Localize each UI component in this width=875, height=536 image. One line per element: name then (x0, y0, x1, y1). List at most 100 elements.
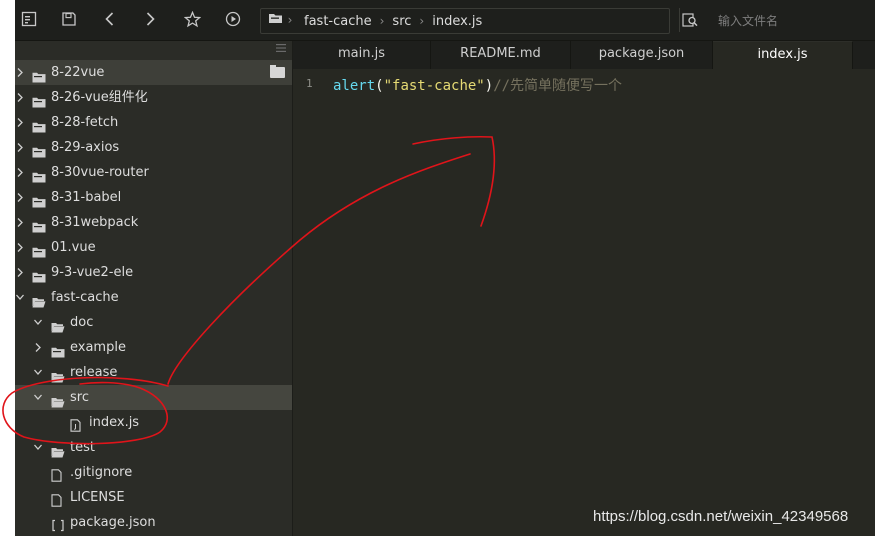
folder-open-icon (32, 292, 46, 308)
folder-icon (32, 267, 46, 283)
tree-item-label: index.js (89, 415, 140, 430)
folder-icon (32, 92, 46, 108)
tree-item-index-js[interactable]: index.js (15, 410, 292, 435)
chevron-right-icon[interactable] (15, 85, 26, 110)
tree-item-label: doc (70, 315, 94, 330)
file-search-input[interactable] (718, 13, 868, 29)
tree-item-label: release (70, 365, 118, 380)
folder-open-icon (51, 367, 65, 383)
folder-icon (32, 192, 46, 208)
tree-item-8-29-axios[interactable]: 8-29-axios (15, 135, 292, 160)
chevron-down-icon[interactable] (32, 360, 44, 385)
folder-icon (266, 11, 284, 29)
folder-icon (51, 342, 65, 358)
open-folder-icon[interactable] (270, 65, 285, 78)
tree-item-label: 8-28-fetch (51, 115, 119, 130)
breadcrumb-separator: › (419, 14, 425, 28)
tree-item-8-28-fetch[interactable]: 8-28-fetch (15, 110, 292, 135)
tree-item-package-json[interactable]: package.json (15, 510, 292, 535)
tab-package-json[interactable]: package.json (571, 41, 713, 69)
tree-item-label: example (70, 340, 126, 355)
editor-window: › fast-cache › src › index.js 8-22vue8-2… (15, 0, 875, 536)
chevron-right-icon[interactable] (15, 135, 26, 160)
tab-index-js[interactable]: index.js (713, 41, 853, 69)
tree-item-8-31webpack[interactable]: 8-31webpack (15, 210, 292, 235)
tree-item-label: 9-3-vue2-ele (51, 265, 134, 280)
sidebar-resize-handle[interactable] (276, 43, 286, 57)
chevron-right-icon[interactable] (15, 235, 26, 260)
tree-item-release[interactable]: release (15, 360, 292, 385)
chevron-down-icon[interactable] (32, 310, 44, 335)
chevron-right-icon[interactable] (15, 260, 26, 285)
folder-icon (32, 217, 46, 233)
breadcrumb-item[interactable]: fast-cache (304, 14, 372, 29)
tree-item-label: package.json (70, 515, 156, 530)
sidebar-toggle-icon[interactable] (20, 11, 38, 29)
breadcrumb-item[interactable]: src (392, 14, 411, 29)
tree-item-label: 8-29-axios (51, 140, 120, 155)
tree-item-label: 8-30vue-router (51, 165, 149, 180)
tree-item-test[interactable]: test (15, 435, 292, 460)
star-icon[interactable] (183, 10, 201, 29)
code-paren: ( (375, 78, 384, 94)
folder-open-icon (51, 317, 65, 333)
chevron-right-icon[interactable] (15, 185, 26, 210)
chevron-down-icon[interactable] (32, 385, 44, 410)
folder-open-icon (51, 442, 65, 458)
tab-readme-md[interactable]: README.md (431, 41, 571, 69)
tree-item-8-31-babel[interactable]: 8-31-babel (15, 185, 292, 210)
folder-icon (32, 117, 46, 133)
chevron-right-icon[interactable] (15, 110, 26, 135)
folder-icon (32, 242, 46, 258)
tree-item-fast-cache[interactable]: fast-cache (15, 285, 292, 310)
tree-item-label: 8-31-babel (51, 190, 122, 205)
toolbar: › fast-cache › src › index.js (15, 0, 875, 41)
tree-item-label: LICENSE (70, 490, 125, 505)
tree-item-gitignore[interactable]: .gitignore (15, 460, 292, 485)
tree-item-8-30vue-router[interactable]: 8-30vue-router (15, 160, 292, 185)
tree-item-src[interactable]: src (15, 385, 292, 410)
back-icon[interactable] (101, 11, 119, 29)
tree-item-label: 01.vue (51, 240, 96, 255)
chevron-down-icon[interactable] (15, 285, 26, 310)
breadcrumb-item[interactable]: index.js (432, 14, 482, 29)
watermark: https://blog.csdn.net/weixin_42349568 (593, 508, 849, 525)
chevron-right-icon: › (287, 13, 293, 27)
tree-item-license[interactable]: LICENSE (15, 485, 292, 510)
tree-item-01-vue[interactable]: 01.vue (15, 235, 292, 260)
code-line[interactable]: alert("fast-cache")//先简单随便写一个 (333, 75, 622, 95)
file-tree-sidebar: 8-22vue 8-26-vue组件化 8-28-fetch 8-29-axios 8-… (15, 41, 293, 536)
play-icon[interactable] (224, 11, 242, 29)
json-file-icon (51, 516, 65, 536)
tree-item-9-3-vue2-ele[interactable]: 9-3-vue2-ele (15, 260, 292, 285)
tree-item-doc[interactable]: doc (15, 310, 292, 335)
chevron-right-icon[interactable] (15, 160, 26, 185)
save-icon[interactable] (60, 11, 78, 29)
chevron-right-icon[interactable] (15, 60, 26, 85)
code-editor[interactable]: 1 alert("fast-cache")//先简单随便写一个 (293, 69, 875, 536)
chevron-down-icon[interactable] (32, 435, 44, 460)
code-paren: ) (484, 78, 494, 94)
tab-bar: main.js README.md package.json index.js (293, 41, 875, 69)
code-string: "fast-cache" (383, 78, 485, 94)
search-file-icon[interactable] (681, 12, 699, 30)
tree-item-label: .gitignore (70, 465, 133, 480)
tree-item-8-22vue[interactable]: 8-22vue (15, 60, 292, 85)
folder-open-icon (51, 392, 65, 408)
tree-item-label: 8-22vue (51, 65, 105, 80)
folder-icon (32, 167, 46, 183)
folder-icon (32, 142, 46, 158)
forward-icon[interactable] (141, 11, 159, 29)
tab-main-js[interactable]: main.js (293, 41, 431, 69)
tree-item-label: 8-26-vue组件化 (51, 90, 148, 105)
tree-item-example[interactable]: example (15, 335, 292, 360)
tree-item-label: 8-31webpack (51, 215, 139, 230)
tree-item-8-26-vue[interactable]: 8-26-vue组件化 (15, 85, 292, 110)
folder-icon (32, 67, 46, 83)
tree-item-label: src (70, 390, 89, 405)
tree-item-label: fast-cache (51, 290, 119, 305)
breadcrumb-separator: › (379, 14, 385, 28)
code-function: alert (333, 78, 376, 94)
chevron-right-icon[interactable] (32, 335, 44, 360)
chevron-right-icon[interactable] (15, 210, 26, 235)
